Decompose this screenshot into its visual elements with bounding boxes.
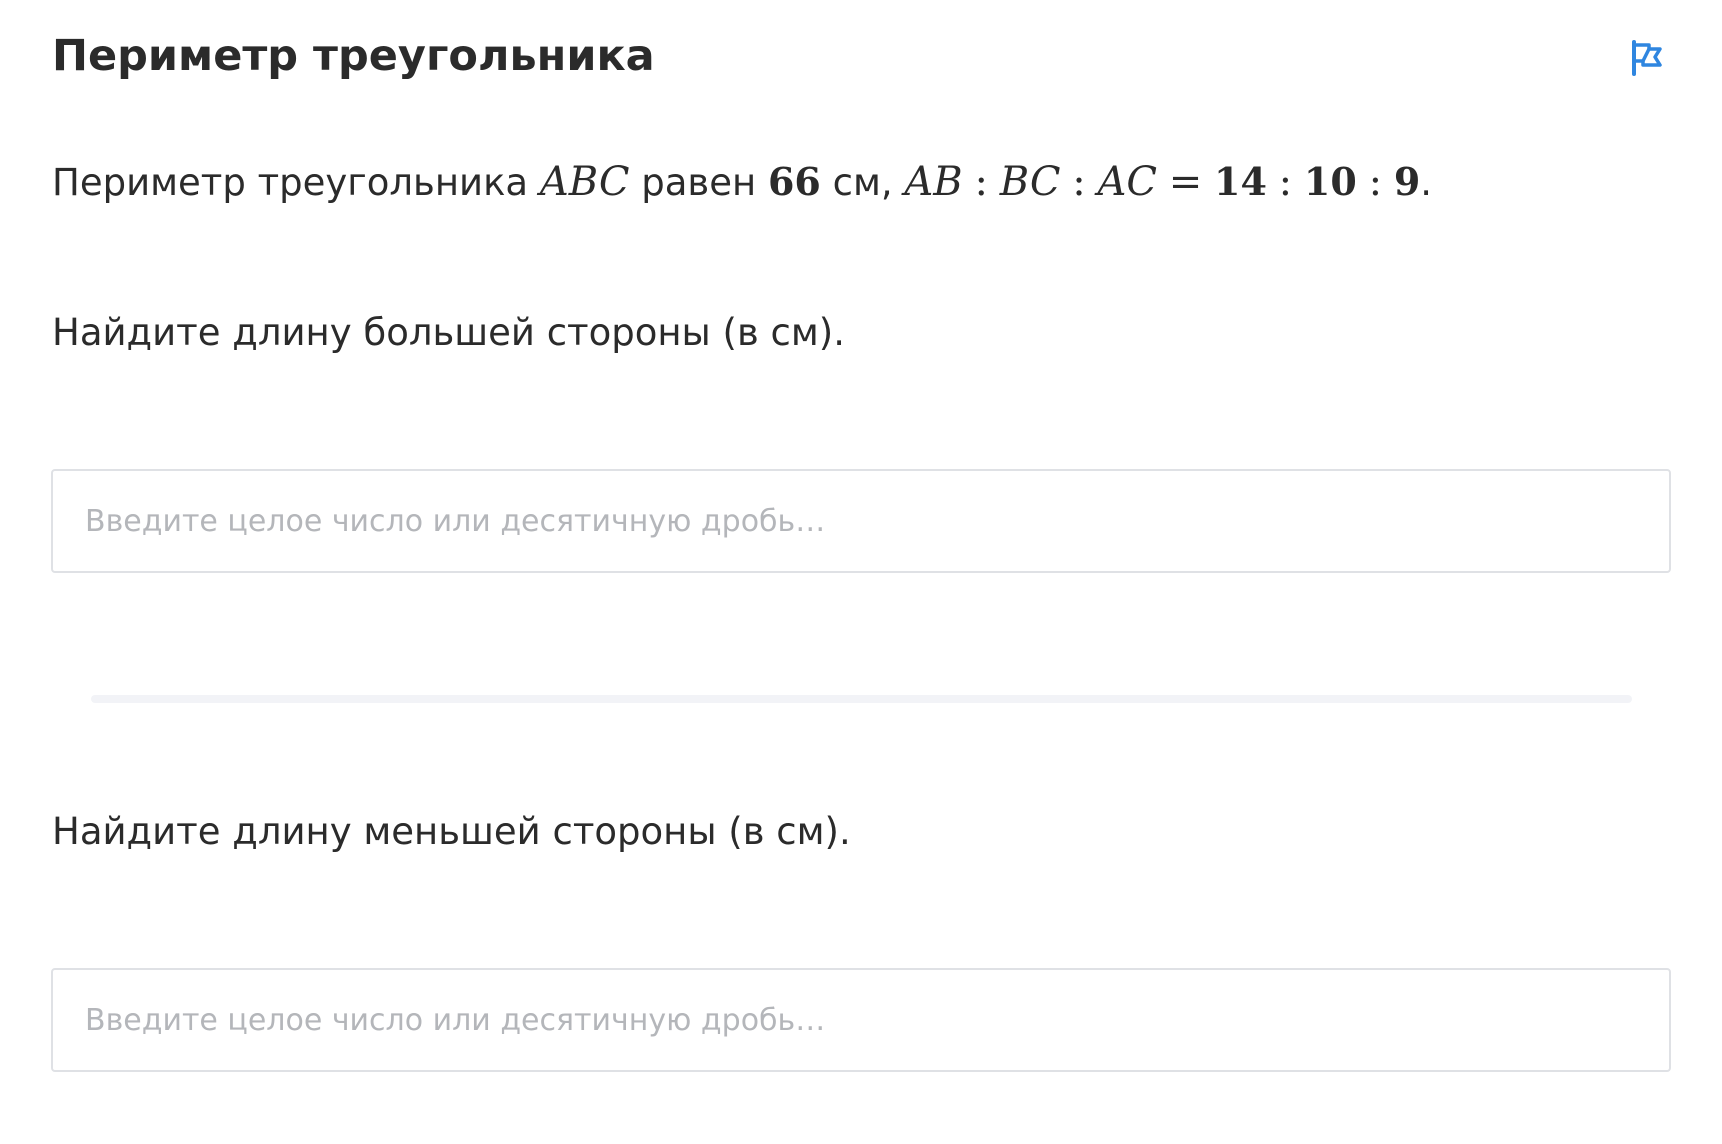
ratio-value-2: 10: [1303, 159, 1357, 204]
statement-text: равен: [641, 161, 757, 204]
flag-icon: [1632, 40, 1662, 76]
problem-statement: Периметр треугольника ABC равен 66 см, A…: [52, 150, 1432, 215]
side-bc: BC: [999, 159, 1061, 205]
answer-input-smallest-side[interactable]: [51, 968, 1671, 1072]
equals-sign: =: [1168, 159, 1203, 205]
report-flag-button[interactable]: [1628, 38, 1668, 78]
period: .: [1420, 161, 1433, 204]
unit-text: см,: [832, 161, 893, 204]
question-smallest-side: Найдите длину меньшей стороны (в см).: [52, 810, 851, 853]
question-largest-side: Найдите длину большей стороны (в см).: [52, 311, 845, 354]
ratio-value-1: 14: [1214, 159, 1267, 204]
problem-card: Периметр треугольника Периметр треугольн…: [0, 0, 1722, 1144]
ratio-colon: :: [974, 159, 988, 205]
answer-input-largest-side[interactable]: [51, 469, 1671, 573]
triangle-name: ABC: [539, 159, 630, 205]
ratio-colon: :: [1278, 159, 1293, 205]
statement-text: Периметр треугольника: [52, 161, 529, 204]
perimeter-value: 66: [767, 159, 821, 204]
side-ac: AC: [1097, 159, 1157, 205]
ratio-colon: :: [1072, 159, 1086, 205]
section-divider: [91, 695, 1632, 703]
ratio-value-3: 9: [1393, 159, 1421, 204]
ratio-colon: :: [1368, 159, 1383, 205]
page-title: Периметр треугольника: [52, 31, 655, 81]
side-ab: AB: [904, 159, 963, 205]
